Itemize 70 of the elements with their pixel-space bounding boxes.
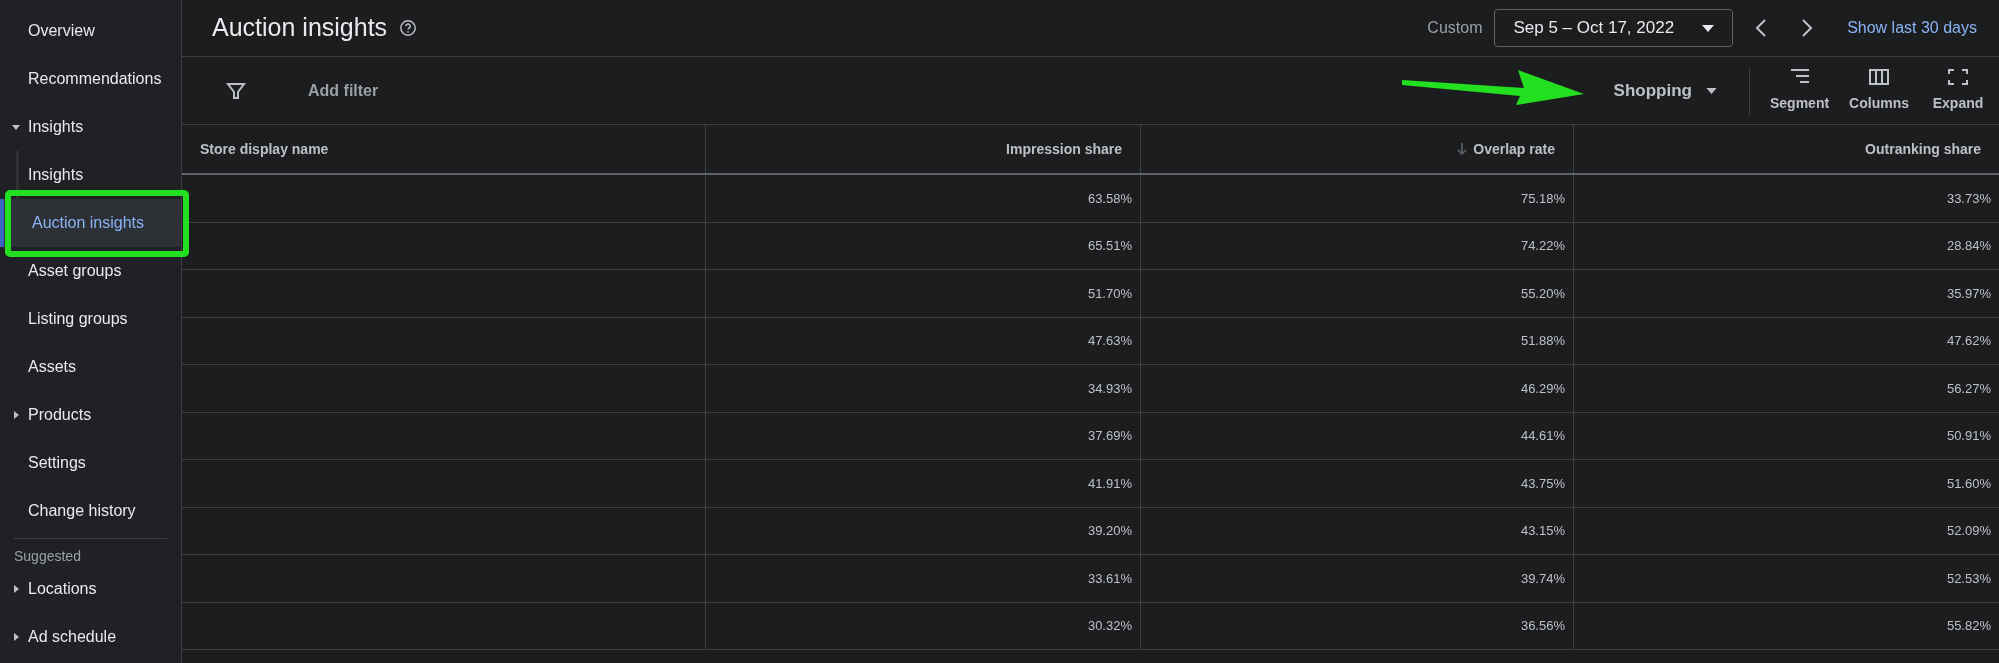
date-range-label: Custom bbox=[1427, 18, 1483, 38]
table-cell-text: 43.15% bbox=[1520, 522, 1565, 540]
caret-right-icon[interactable] bbox=[12, 411, 20, 419]
table-cell-text: 51.88% bbox=[1520, 332, 1565, 350]
sidebar-item[interactable]: Ad schedule bbox=[0, 613, 181, 661]
table-cell-text: 30.32% bbox=[1087, 617, 1132, 635]
previous-icon[interactable] bbox=[1755, 18, 1768, 38]
sidebar-item[interactable]: Listing groups bbox=[0, 295, 181, 343]
caret-right-icon[interactable] bbox=[12, 585, 20, 593]
table-cell-text: 36.56% bbox=[1520, 617, 1565, 635]
sidebar-item[interactable]: Auction insights bbox=[0, 199, 181, 247]
expand-icon bbox=[1947, 67, 1969, 87]
filter-icon[interactable] bbox=[226, 80, 246, 101]
sidebar-item[interactable]: Insights bbox=[0, 103, 181, 151]
column-header[interactable]: Store display name bbox=[200, 138, 329, 160]
show-last-30-days-link[interactable]: Show last 30 days bbox=[1847, 16, 1977, 40]
table-cell-text: 47.62% bbox=[1946, 332, 1991, 350]
column-header[interactable]: Impression share bbox=[1006, 138, 1122, 160]
columns-icon bbox=[1868, 67, 1891, 87]
table-cell-text: 33.61% bbox=[1087, 569, 1132, 588]
table-cell-text: 39.20% bbox=[1087, 522, 1132, 540]
table-cell-text: 75.18% bbox=[1520, 189, 1565, 208]
column-header[interactable]: Overlap rate bbox=[1473, 138, 1555, 160]
next-icon[interactable] bbox=[1801, 18, 1814, 38]
table-cell-text: 65.51% bbox=[1087, 237, 1132, 255]
caret-right-icon[interactable] bbox=[12, 633, 20, 641]
sidebar-item[interactable]: Settings bbox=[0, 439, 181, 487]
toolbar-button[interactable]: Columns bbox=[1841, 67, 1917, 114]
table-cell-text: 56.27% bbox=[1946, 379, 1991, 398]
table-cell-text: 74.22% bbox=[1520, 237, 1565, 255]
table-cell-text: 28.84% bbox=[1946, 237, 1991, 255]
section-heading: Suggested bbox=[13, 547, 82, 565]
help-icon[interactable] bbox=[399, 19, 418, 37]
table-cell-text: 46.29% bbox=[1520, 379, 1565, 398]
caret-icon bbox=[1702, 24, 1715, 32]
sidebar-item[interactable]: Products bbox=[0, 391, 181, 439]
table-cell-text: 34.93% bbox=[1087, 379, 1132, 398]
table-cell-text: 41.91% bbox=[1087, 474, 1132, 493]
table-cell-text: 52.09% bbox=[1946, 522, 1991, 540]
table-cell-text: 51.60% bbox=[1946, 474, 1991, 493]
table-cell-text: 52.53% bbox=[1946, 569, 1991, 588]
toolbar-button[interactable]: Expand bbox=[1921, 67, 1995, 114]
table-cell-text: 44.61% bbox=[1520, 427, 1565, 445]
table-cell-text: 63.58% bbox=[1087, 189, 1132, 208]
toolbar-button[interactable]: Segment bbox=[1762, 67, 1838, 114]
table-cell-text: 50.91% bbox=[1946, 427, 1991, 445]
caret-icon bbox=[1706, 87, 1717, 94]
page-title: Auction insights bbox=[212, 12, 388, 44]
campaign-type-dropdown[interactable]: Shopping bbox=[1613, 77, 1717, 104]
table-cell-text: 37.69% bbox=[1087, 427, 1132, 445]
sidebar-item[interactable]: Overview bbox=[0, 7, 181, 55]
add-filter-text[interactable]: Add filter bbox=[308, 78, 379, 103]
table-cell-text: 55.20% bbox=[1520, 284, 1565, 303]
table-cell-text: 35.97% bbox=[1946, 284, 1991, 303]
sort-descending-icon[interactable] bbox=[1457, 143, 1468, 155]
table-cell-text: 43.75% bbox=[1520, 474, 1565, 493]
sidebar-item[interactable]: Recommendations bbox=[0, 55, 181, 103]
sidebar-item[interactable]: Assets bbox=[0, 343, 181, 391]
table-cell-text: 55.82% bbox=[1946, 617, 1991, 635]
table-cell-text: 51.70% bbox=[1087, 284, 1132, 303]
caret-down-icon[interactable] bbox=[12, 123, 20, 131]
column-header[interactable]: Outranking share bbox=[1865, 138, 1981, 160]
sidebar-item[interactable]: Insights bbox=[0, 151, 181, 199]
table-cell-text: 39.74% bbox=[1520, 569, 1565, 588]
sidebar-item[interactable]: Change history bbox=[0, 487, 181, 535]
table-cell-text: 33.73% bbox=[1946, 189, 1991, 208]
sidebar-item[interactable]: Asset groups bbox=[0, 247, 181, 295]
table-cell-text: 47.63% bbox=[1087, 332, 1132, 350]
date-range-dropdown[interactable]: Sep 5 – Oct 17, 2022 bbox=[1494, 9, 1734, 47]
sidebar-item[interactable]: Locations bbox=[0, 565, 181, 613]
